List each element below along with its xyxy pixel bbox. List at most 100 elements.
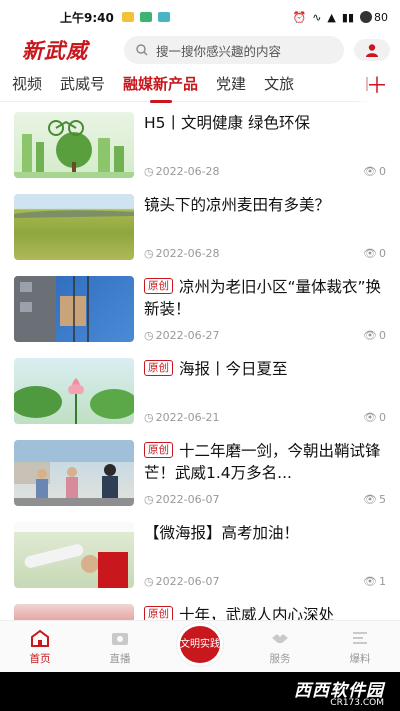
civilization-practice-badge: 文明实践 (177, 623, 223, 666)
clock-icon: ◷ (144, 247, 154, 260)
handshake-icon (269, 627, 291, 649)
news-views-count: 5 (379, 493, 386, 506)
clock-icon: ◷ (144, 411, 154, 424)
search-placeholder: 搜一搜你感兴趣的内容 (156, 43, 282, 59)
news-item[interactable]: H5丨文明健康 绿色环保 ◷ 2022-06-28 👁 0 (14, 108, 386, 190)
news-date-text: 2022-06-28 (155, 165, 220, 178)
news-content: 镜头下的凉州麦田有多美？ ◷ 2022-06-28 👁 0 (144, 194, 386, 260)
plus-icon: ＋ (365, 74, 388, 99)
eye-icon: 👁 (363, 329, 377, 342)
news-title: 原创 海报丨今日夏至 (144, 358, 386, 380)
search-icon (136, 44, 148, 56)
signal-bars-icon: ▮▮ (341, 10, 354, 24)
nav-report[interactable]: 爆料 (320, 621, 400, 672)
news-title: H5丨文明健康 绿色环保 (144, 112, 386, 134)
wifi-icon: ▲ (327, 10, 336, 24)
add-tab-button[interactable]: ＋ (352, 66, 400, 102)
notification-icons (121, 12, 170, 22)
news-thumbnail (14, 522, 134, 588)
news-views: 👁 0 (363, 329, 386, 342)
news-thumbnail (14, 276, 134, 342)
eye-icon: 👁 (363, 411, 377, 424)
app-header: 新武威 搜一搜你感兴趣的内容 (0, 34, 400, 66)
news-item[interactable]: 镜头下的凉州麦田有多美？ ◷ 2022-06-28 👁 0 (14, 190, 386, 272)
news-item[interactable]: 原创 海报丨今日夏至 ◷ 2022-06-21 👁 0 (14, 354, 386, 436)
nav-service-label: 服务 (269, 653, 291, 665)
notification-icon (121, 12, 134, 22)
nav-service[interactable]: 服务 (240, 621, 320, 672)
news-title: 原创 凉州为老旧小区“量体裁衣”换新装！ (144, 276, 386, 320)
report-icon (349, 627, 371, 649)
news-content: H5丨文明健康 绿色环保 ◷ 2022-06-28 👁 0 (144, 112, 386, 178)
nav-civilization-practice[interactable]: 文明实践 (160, 621, 240, 672)
notification-icon (157, 12, 170, 22)
news-title: 原创 十二年磨一剑，今朝出鞘试锋芒！武威1.4万多名... (144, 440, 386, 484)
home-icon (29, 627, 51, 649)
clock-icon: ◷ (144, 329, 154, 342)
search-input[interactable]: 搜一搜你感兴趣的内容 (124, 36, 344, 64)
battery-level: 80 (374, 10, 388, 24)
tab-video[interactable]: 视频 (12, 73, 42, 94)
news-views-count: 1 (379, 575, 386, 588)
original-badge: 原创 (144, 278, 173, 294)
news-thumbnail (14, 194, 134, 260)
clock-icon: ◷ (144, 493, 154, 506)
news-item[interactable]: 【微海报】高考加油！ ◷ 2022-06-07 👁 1 (14, 518, 386, 600)
news-meta: ◷ 2022-06-21 👁 0 (144, 411, 386, 424)
news-views: 👁 0 (363, 411, 386, 424)
news-item[interactable]: 原创 凉州为老旧小区“量体裁衣”换新装！ ◷ 2022-06-27 👁 0 (14, 272, 386, 354)
tab-wuwei-hao[interactable]: 武威号 (60, 73, 105, 94)
news-views-count: 0 (379, 247, 386, 260)
clock-icon: ◷ (144, 165, 154, 178)
bottom-navigation: 首页 直播 文明实践 服务 爆料 (0, 620, 400, 672)
news-views-count: 0 (379, 411, 386, 424)
news-title-text: 十二年磨一剑，今朝出鞘试锋芒！武威1.4万多名... (144, 442, 381, 482)
news-meta: ◷ 2022-06-28 👁 0 (144, 247, 386, 260)
news-date: ◷ 2022-06-07 (144, 493, 220, 506)
nav-home-label: 首页 (29, 653, 51, 665)
user-profile-button[interactable] (354, 39, 390, 61)
news-date-text: 2022-06-27 (155, 329, 220, 342)
category-tabs: 视频 武威号 融媒新产品 党建 文旅 ＋ (0, 66, 400, 103)
app-logo: 新武威 (22, 38, 88, 63)
nav-home[interactable]: 首页 (0, 621, 80, 672)
eye-icon: 👁 (363, 575, 377, 588)
signal-icon: ∿ (312, 10, 322, 24)
news-views: 👁 5 (363, 493, 386, 506)
news-content: 原创 凉州为老旧小区“量体裁衣”换新装！ ◷ 2022-06-27 👁 0 (144, 276, 386, 342)
eye-icon: 👁 (363, 165, 377, 178)
news-date-text: 2022-06-07 (155, 575, 220, 588)
notification-icon (139, 12, 152, 22)
news-meta: ◷ 2022-06-07 👁 5 (144, 493, 386, 506)
news-views: 👁 1 (363, 575, 386, 588)
tab-divider (366, 77, 368, 91)
battery-icon (360, 11, 372, 23)
news-views: 👁 0 (363, 165, 386, 178)
nav-live-label: 直播 (109, 653, 131, 665)
tab-party-building[interactable]: 党建 (216, 73, 246, 94)
eye-icon: 👁 (363, 247, 377, 260)
news-views: 👁 0 (363, 247, 386, 260)
news-date: ◷ 2022-06-27 (144, 329, 220, 342)
tab-new-media-products[interactable]: 融媒新产品 (123, 73, 198, 103)
news-views-count: 0 (379, 165, 386, 178)
news-meta: ◷ 2022-06-27 👁 0 (144, 329, 386, 342)
clock-icon: ◷ (144, 575, 154, 588)
news-date: ◷ 2022-06-07 (144, 575, 220, 588)
site-watermark: 西西软件园 CR173.COM (294, 676, 384, 708)
news-date-text: 2022-06-07 (155, 493, 220, 506)
news-thumbnail (14, 358, 134, 424)
news-title: 【微海报】高考加油！ (144, 522, 386, 544)
news-date-text: 2022-06-21 (155, 411, 220, 424)
eye-icon: 👁 (363, 493, 377, 506)
original-badge: 原创 (144, 360, 173, 376)
news-title-text: 海报丨今日夏至 (179, 360, 288, 378)
tab-culture-tourism[interactable]: 文旅 (264, 73, 294, 94)
news-title-text: H5丨文明健康 绿色环保 (144, 114, 310, 132)
status-time: 上午9:40 (60, 10, 114, 25)
news-thumbnail (14, 440, 134, 506)
news-date: ◷ 2022-06-28 (144, 165, 220, 178)
news-item[interactable]: 原创 十二年磨一剑，今朝出鞘试锋芒！武威1.4万多名... ◷ 2022-06-07… (14, 436, 386, 518)
nav-live[interactable]: 直播 (80, 621, 160, 672)
news-title-text: 【微海报】高考加油！ (144, 524, 300, 542)
